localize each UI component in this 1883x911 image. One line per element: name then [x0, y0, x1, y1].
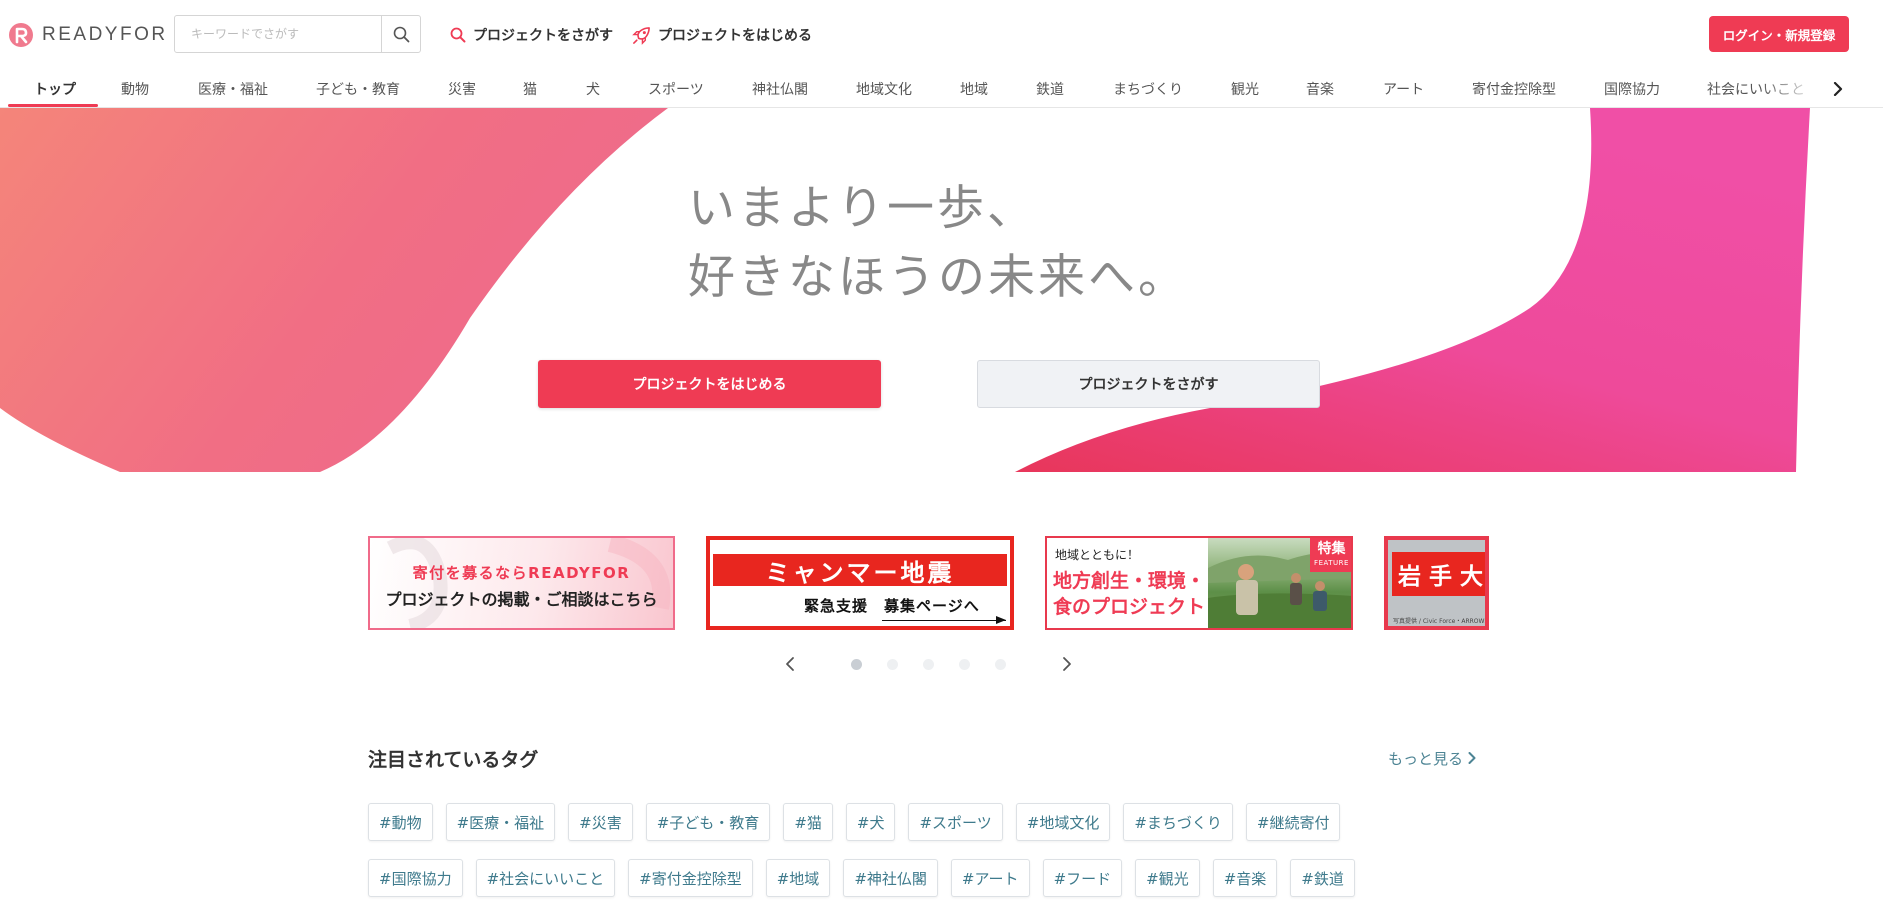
- category-tab-top[interactable]: トップ: [34, 70, 76, 107]
- carousel-dot-4[interactable]: [959, 659, 970, 670]
- hero-title-line-1: いまより一歩、: [688, 181, 1038, 236]
- banner-decoration: [386, 538, 671, 628]
- tag-chip[interactable]: #地域文化: [1015, 803, 1111, 841]
- start-project-button[interactable]: プロジェクトをはじめる: [538, 360, 881, 408]
- search-button[interactable]: [381, 16, 420, 52]
- featured-tags-heading: 注目されているタグ: [368, 749, 539, 771]
- category-tab[interactable]: 寄付金控除型: [1472, 70, 1556, 107]
- readyfor-logo[interactable]: READYFOR: [8, 22, 168, 48]
- tag-chip[interactable]: #音楽: [1212, 859, 1278, 897]
- nav-start-project[interactable]: プロジェクトをはじめる: [632, 24, 812, 46]
- active-tab-indicator: [8, 104, 98, 107]
- carousel-dot-1[interactable]: [851, 659, 862, 670]
- banner-feature-lead: 地域とともに！: [1055, 548, 1140, 562]
- more-tags-link[interactable]: もっと見る: [1388, 747, 1476, 769]
- category-tab[interactable]: まちづくり: [1113, 70, 1183, 107]
- tag-chip[interactable]: #まちづくり: [1123, 803, 1233, 841]
- banner-iwate[interactable]: 岩手大 写真提供 / Civic Force・ARROWS: [1384, 536, 1489, 630]
- more-tags-label: もっと見る: [1388, 749, 1464, 768]
- chevron-right-icon: [1468, 752, 1476, 764]
- banner-iwate-title: 岩手大: [1392, 552, 1485, 596]
- category-tab[interactable]: スポーツ: [648, 70, 704, 107]
- tag-chip[interactable]: #スポーツ: [908, 803, 1003, 841]
- nav-find-projects[interactable]: プロジェクトをさがす: [450, 24, 613, 46]
- banner-feature-title: 地方創生・環境・ 食のプロジェクト: [1053, 570, 1206, 618]
- banner-consultation-heading: 寄付を募るならREADYFOR: [412, 564, 631, 582]
- tag-chip[interactable]: #国際協力: [368, 859, 463, 897]
- tag-row-2: #国際協力 #社会にいいこと #寄付金控除型 #地域 #神社仏閣 #アート #フ…: [368, 859, 1368, 897]
- category-tab[interactable]: 地域: [960, 70, 988, 107]
- category-nav: トップ 動物 医療・福祉 子ども・教育 災害 猫 犬 スポーツ 神社仏閣 地域文…: [0, 70, 1883, 108]
- tag-chip[interactable]: #フード: [1042, 859, 1123, 897]
- search-box: [174, 15, 421, 53]
- category-tab[interactable]: 猫: [523, 70, 537, 107]
- category-tab[interactable]: 災害: [448, 70, 476, 107]
- site-header: READYFOR プロジェクトをさがす プロジェクトをはじめる ログイン・新規登…: [0, 0, 1883, 70]
- tag-chip[interactable]: #観光: [1135, 859, 1200, 897]
- chevron-right-icon: [1833, 82, 1843, 96]
- category-tab[interactable]: 鉄道: [1036, 70, 1064, 107]
- tag-chip[interactable]: #子ども・教育: [645, 803, 771, 841]
- feature-badge-label: 特集: [1317, 541, 1346, 557]
- category-tab[interactable]: 医療・福祉: [198, 70, 268, 107]
- chevron-left-icon: [786, 657, 794, 671]
- category-tab[interactable]: 地域文化: [856, 70, 912, 107]
- category-fade: [1760, 70, 1820, 106]
- tag-chip[interactable]: #寄付金控除型: [628, 859, 753, 897]
- search-icon: [393, 26, 409, 42]
- category-scroll-next-button[interactable]: [1826, 78, 1850, 100]
- tag-row-1: #動物 #医療・福祉 #災害 #子ども・教育 #猫 #犬 #スポーツ #地域文化…: [368, 803, 1353, 841]
- category-tab[interactable]: 国際協力: [1604, 70, 1660, 107]
- search-red-icon: [450, 27, 466, 43]
- tag-chip[interactable]: #継続寄付: [1245, 803, 1341, 841]
- logo-text: READYFOR: [42, 24, 168, 45]
- hero-title-line-2: 好きなほうの未来へ。: [688, 250, 1188, 305]
- category-tab[interactable]: アート: [1383, 70, 1424, 107]
- category-tab[interactable]: 音楽: [1306, 70, 1334, 107]
- tag-chip[interactable]: #アート: [950, 859, 1030, 897]
- arrow-head-icon: [996, 616, 1006, 624]
- tag-chip[interactable]: #犬: [845, 803, 896, 841]
- nav-find-label: プロジェクトをさがす: [473, 28, 613, 44]
- category-tab[interactable]: 神社仏閣: [752, 70, 808, 107]
- category-tab[interactable]: 犬: [586, 70, 600, 107]
- feature-badge-sublabel: FEATURE: [1314, 559, 1349, 567]
- tag-chip[interactable]: #社会にいいこと: [475, 859, 616, 897]
- category-tab[interactable]: 子ども・教育: [316, 70, 400, 107]
- hero-section: いまより一歩、 好きなほうの未来へ。 プロジェクトをはじめる プロジェクトをさが…: [0, 108, 1883, 472]
- nav-start-label: プロジェクトをはじめる: [658, 28, 812, 44]
- tag-chip[interactable]: #鉄道: [1290, 859, 1355, 897]
- tag-chip[interactable]: #災害: [568, 803, 633, 841]
- carousel-prev-button[interactable]: [778, 652, 802, 676]
- tag-chip[interactable]: #医療・福祉: [445, 803, 556, 841]
- banner-myanmar-title: ミャンマー地震: [713, 554, 1007, 587]
- banner-consultation[interactable]: 寄付を募るならREADYFOR プロジェクトの掲載・ご相談はこちら: [368, 536, 675, 630]
- tag-chip[interactable]: #地域: [765, 859, 831, 897]
- arrow-line: [882, 620, 1006, 621]
- tag-chip[interactable]: #動物: [368, 803, 433, 841]
- chevron-right-icon: [1063, 657, 1071, 671]
- banner-myanmar-subtitle: 緊急支援 募集ページへ: [804, 597, 980, 615]
- carousel-dot-2[interactable]: [887, 659, 898, 670]
- category-tab[interactable]: 観光: [1231, 70, 1259, 107]
- tag-chip[interactable]: #猫: [783, 803, 833, 841]
- banner-myanmar-earthquake[interactable]: ミャンマー地震 緊急支援 募集ページへ: [706, 536, 1014, 630]
- carousel-next-button[interactable]: [1055, 652, 1079, 676]
- readyfor-logo-icon: [9, 23, 33, 47]
- category-tab[interactable]: 動物: [121, 70, 149, 107]
- banner-iwate-credit: 写真提供 / Civic Force・ARROWS: [1393, 618, 1489, 625]
- carousel-dot-3[interactable]: [923, 659, 934, 670]
- rocket-icon: [632, 26, 650, 45]
- feature-badge: 特集 FEATURE: [1310, 538, 1351, 572]
- search-input[interactable]: [175, 16, 381, 52]
- tag-chip[interactable]: #神社仏閣: [843, 859, 938, 897]
- find-project-button[interactable]: プロジェクトをさがす: [977, 360, 1320, 408]
- carousel-dot-5[interactable]: [995, 659, 1006, 670]
- banner-consultation-text: プロジェクトの掲載・ご相談はこちら: [385, 590, 658, 609]
- banner-regional-feature[interactable]: 地域とともに！ 地方創生・環境・ 食のプロジェクト 特集 FEATURE: [1045, 536, 1353, 630]
- hero-title: いまより一歩、 好きなほうの未来へ。: [688, 174, 1188, 312]
- login-signup-button[interactable]: ログイン・新規登録: [1709, 16, 1849, 52]
